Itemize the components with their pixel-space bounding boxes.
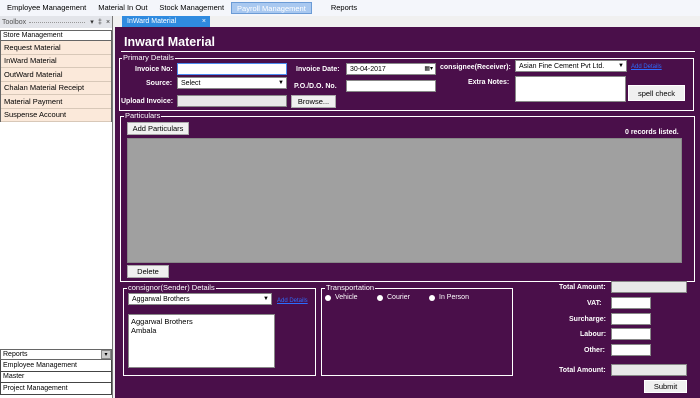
invoice-date-value: 30-04-2017 [350, 66, 386, 73]
tab-label: InWard Material [127, 18, 177, 25]
submit-button[interactable]: Submit [644, 380, 687, 393]
invoice-no-label: Invoice No: [135, 66, 173, 73]
surcharge-label: Surcharge: [569, 316, 606, 323]
chevron-down-icon: ▼ [278, 80, 284, 86]
inward-material-form: Inward Material Primary Details Invoice … [115, 27, 700, 398]
menu-employee-management[interactable]: Employee Management [2, 2, 91, 14]
consignor-address-box[interactable]: Aggarwal Brothers Ambala [128, 314, 275, 368]
upload-invoice-label: Upload Invoice: [121, 98, 174, 105]
consignee-select[interactable]: Asian Fine Cement Pvt Ltd. ▼ [515, 60, 627, 72]
source-select-value: Select [181, 80, 201, 87]
source-select[interactable]: Select ▼ [177, 77, 287, 89]
toolbox-grip [29, 21, 85, 23]
store-management-list: Request Material InWard Material OutWard… [0, 41, 112, 122]
invoice-no-input[interactable] [177, 63, 287, 75]
toolbox-item-suspense-account[interactable]: Suspense Account [1, 108, 111, 122]
total-amount-final-label: Total Amount: [559, 367, 606, 374]
invoice-date-picker[interactable]: 30-04-2017 ▦▾ [346, 63, 436, 75]
particulars-grid[interactable] [127, 138, 682, 263]
surcharge-input[interactable] [611, 313, 651, 325]
browse-button[interactable]: Browse... [291, 95, 336, 108]
toolbox-section-project-management[interactable]: Project Management [0, 383, 112, 395]
toolbox-bottom-sections: Reports ▾ Employee Management Master Pro… [0, 349, 112, 395]
vat-input[interactable] [611, 297, 651, 309]
consignee-add-details-link[interactable]: Add Details [631, 64, 662, 70]
consignor-add-details-link[interactable]: Add Details [277, 298, 308, 304]
radio-courier[interactable]: Courier [377, 294, 410, 301]
pin-icon[interactable]: ‡ [96, 19, 104, 26]
consignee-select-value: Asian Fine Cement Pvt Ltd. [519, 63, 605, 70]
dropdown-icon[interactable]: ▾ [88, 18, 96, 26]
menu-reports[interactable]: Reports [326, 2, 362, 14]
consignor-address-line-1: Aggarwal Brothers [131, 317, 193, 326]
menu-material-in-out[interactable]: Material In Out [93, 2, 152, 14]
transportation-group [321, 288, 513, 376]
invoice-date-label: Invoice Date: [296, 66, 340, 73]
particulars-legend: Particulars [124, 111, 162, 120]
upload-invoice-path [177, 95, 287, 107]
consignor-legend: consignor(Sender) Details [127, 283, 216, 292]
delete-button[interactable]: Delete [127, 265, 169, 278]
other-label: Other: [584, 347, 605, 354]
chevron-down-icon: ▼ [263, 296, 269, 302]
radio-in-person-label: In Person [439, 294, 469, 301]
consignor-select[interactable]: Aggarwal Brothers ▼ [128, 293, 272, 305]
radio-courier-label: Courier [387, 294, 410, 301]
toolbox-section-master[interactable]: Master [0, 371, 112, 383]
toolbox-header: Toolbox ▾ ‡ × [0, 16, 112, 28]
total-amount-field [611, 281, 687, 293]
close-icon[interactable]: × [202, 18, 206, 25]
toolbox-item-inward-material[interactable]: InWard Material [1, 54, 111, 68]
extra-notes-textarea[interactable] [515, 76, 626, 102]
radio-vehicle-label: Vehicle [335, 294, 358, 301]
consignor-address-line-2: Ambala [131, 326, 157, 335]
menu-stock-management[interactable]: Stock Management [154, 2, 229, 14]
close-icon[interactable]: × [104, 19, 112, 26]
radio-icon [429, 294, 435, 301]
menu-payroll-management[interactable]: Payroll Management [231, 2, 312, 14]
radio-in-person[interactable]: In Person [429, 294, 469, 301]
total-amount-final-field [611, 364, 687, 376]
section-label: Store Management [3, 32, 63, 39]
labour-input[interactable] [611, 328, 651, 340]
toolbox-item-outward-material[interactable]: OutWard Material [1, 68, 111, 82]
records-count-label: 0 records listed. [625, 129, 679, 136]
calendar-icon[interactable]: ▦▾ [424, 64, 433, 75]
toolbox-item-request-material[interactable]: Request Material [1, 41, 111, 55]
title-divider [121, 51, 695, 52]
chevron-down-icon[interactable]: ▾ [101, 350, 111, 359]
consignor-select-value: Aggarwal Brothers [132, 296, 190, 303]
source-label: Source: [146, 80, 173, 87]
vat-label: VAT: [587, 300, 602, 307]
radio-icon [377, 294, 383, 301]
document-tab-bar: InWard Material × [114, 16, 700, 27]
toolbox-section-store-management[interactable]: Store Management [0, 30, 112, 41]
transportation-legend: Transportation [325, 283, 376, 292]
section-label: Reports [3, 351, 28, 358]
radio-vehicle[interactable]: Vehicle [325, 294, 358, 301]
chevron-down-icon: ▼ [618, 63, 624, 69]
radio-icon [325, 294, 331, 301]
extra-notes-label: Extra Notes: [468, 79, 510, 86]
menu-bar: Employee Management Material In Out Stoc… [0, 0, 700, 16]
toolbox-item-material-payment[interactable]: Material Payment [1, 95, 111, 109]
other-input[interactable] [611, 344, 651, 356]
labour-label: Labour: [580, 331, 607, 338]
total-amount-label: Total Amount: [559, 284, 606, 291]
consignee-label: consignee(Receiver): [440, 64, 511, 71]
po-do-input[interactable] [346, 80, 436, 92]
page-title: Inward Material [124, 35, 215, 49]
po-do-label: P.O./D.O. No. [294, 83, 337, 90]
primary-details-legend: Primary Details [122, 53, 175, 62]
add-particulars-button[interactable]: Add Particulars [127, 122, 189, 135]
toolbox-section-reports[interactable]: Reports ▾ [0, 349, 112, 360]
toolbox-section-employee-management[interactable]: Employee Management [0, 360, 112, 372]
spell-check-button[interactable]: spell check [628, 85, 685, 101]
tab-inward-material[interactable]: InWard Material × [122, 16, 210, 27]
toolbox-item-chalan-material-receipt[interactable]: Chalan Material Receipt [1, 81, 111, 95]
toolbox-panel: Toolbox ▾ ‡ × Store Management Request M… [0, 16, 113, 398]
toolbox-title: Toolbox [2, 18, 27, 26]
